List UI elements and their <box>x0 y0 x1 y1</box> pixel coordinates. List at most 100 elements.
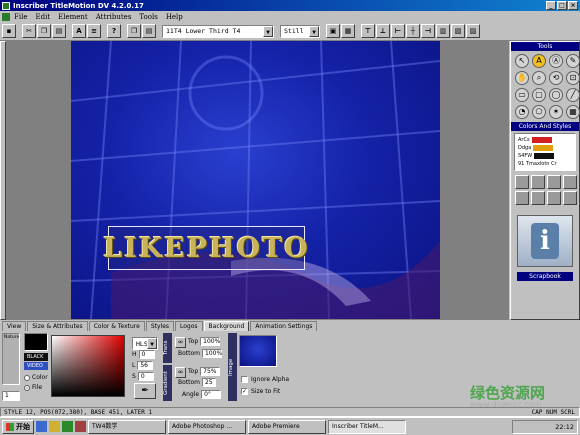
chevron-down-icon[interactable]: ▼ <box>309 25 319 37</box>
brush-icon[interactable] <box>563 175 577 189</box>
tab-styles[interactable]: Styles <box>145 321 175 331</box>
crop-tool-icon[interactable]: ⊡ <box>566 71 580 85</box>
task-button[interactable]: TW4数学 <box>88 419 166 434</box>
brush-icon[interactable] <box>531 191 545 205</box>
maximize-button[interactable]: □ <box>557 1 567 10</box>
tab-logos[interactable]: Logos <box>175 321 203 331</box>
star-tool-icon[interactable]: ✶ <box>549 105 563 119</box>
scrapbook-thumbnail[interactable]: i <box>517 215 573 267</box>
align-right-icon[interactable]: ⊣ <box>421 24 435 38</box>
ellipse-tool-icon[interactable]: ◯ <box>549 88 563 102</box>
s-input[interactable]: 0 <box>137 372 154 381</box>
trans-bottom-input[interactable]: 100% <box>202 349 222 358</box>
layer-icon[interactable]: ▨ <box>466 24 480 38</box>
menu-attributes[interactable]: Attributes <box>96 13 132 21</box>
brush-icon[interactable] <box>515 191 529 205</box>
media-icon[interactable] <box>75 421 86 432</box>
size-to-fit-checkbox[interactable]: ✓ <box>241 388 248 395</box>
copy-icon[interactable]: ❐ <box>37 24 51 38</box>
color-radio[interactable] <box>24 374 30 381</box>
swatch-black-label[interactable]: BLACK <box>24 353 48 361</box>
color-picker-field[interactable] <box>51 335 125 397</box>
link-icon[interactable]: ∞ <box>175 367 186 378</box>
task-button-active[interactable]: Inscriber TitleM... <box>328 419 406 434</box>
group-icon[interactable]: ▧ <box>451 24 465 38</box>
file-radio[interactable] <box>24 384 30 391</box>
outline-text-icon[interactable]: Ⓐ <box>549 54 563 68</box>
angle-input[interactable]: 0° <box>201 390 222 399</box>
menu-file[interactable]: File <box>14 13 27 21</box>
line-tool-icon[interactable]: ╱ <box>566 88 580 102</box>
align-left-icon[interactable]: ⊢ <box>391 24 405 38</box>
tab-view[interactable]: View <box>2 321 27 331</box>
copy-style-icon[interactable]: ❐ <box>127 24 141 38</box>
color-swatch-black[interactable] <box>24 333 48 351</box>
gradient-bottom-input[interactable]: 25 <box>202 378 217 387</box>
minimize-button[interactable]: _ <box>546 1 556 10</box>
tab-size-attributes[interactable]: Size & Attributes <box>27 321 88 331</box>
color-model-selector[interactable]: HLS ▼ <box>132 337 158 350</box>
tab-background[interactable]: Background <box>203 321 250 331</box>
brush-icon[interactable] <box>547 175 561 189</box>
text-element-box[interactable]: LIKEPHOTO <box>103 226 308 270</box>
menu-edit[interactable]: Edit <box>35 13 50 21</box>
background-image-thumbnail[interactable] <box>239 335 277 367</box>
paste-icon[interactable]: ▤ <box>52 24 66 38</box>
help-icon[interactable]: ? <box>107 24 121 38</box>
h-input[interactable]: 0 <box>138 350 155 359</box>
align-top-icon[interactable]: ⊤ <box>361 24 375 38</box>
folder-icon[interactable] <box>49 421 60 432</box>
trans-top-input[interactable]: 100% <box>200 337 220 346</box>
gradient-top-input[interactable]: 75% <box>200 367 221 376</box>
close-button[interactable]: × <box>568 1 578 10</box>
scrapbook-label[interactable]: Scrapbook <box>517 272 573 281</box>
text-tool-icon[interactable]: A <box>72 24 86 38</box>
layer-spinner[interactable]: 1 <box>2 391 20 401</box>
task-button[interactable]: Adobe Photoshop ... <box>168 419 246 434</box>
save-icon[interactable]: ▪ <box>2 24 16 38</box>
align-bottom-icon[interactable]: ⊥ <box>376 24 390 38</box>
pointer-tool-icon[interactable]: ↖ <box>515 54 529 68</box>
pen-tool-icon[interactable]: ✎ <box>566 54 580 68</box>
swatch-video-label[interactable]: VIDEO <box>24 362 48 370</box>
tab-animation-settings[interactable]: Animation Settings <box>250 321 318 331</box>
ignore-alpha-checkbox[interactable] <box>241 376 248 383</box>
start-button[interactable]: 开始 <box>2 419 34 434</box>
clock[interactable]: 22:12 <box>555 423 574 431</box>
paste-style-icon[interactable]: ▤ <box>142 24 156 38</box>
document-icon[interactable] <box>2 12 10 21</box>
desktop-icon[interactable] <box>62 421 73 432</box>
text-tool-icon[interactable]: A <box>532 54 546 68</box>
brush-icon[interactable] <box>531 175 545 189</box>
mode-selector[interactable]: Still ▼ <box>280 24 320 38</box>
menu-tools[interactable]: Tools <box>139 13 157 21</box>
chevron-down-icon[interactable]: ▼ <box>147 338 157 349</box>
render-icon[interactable]: ▣ <box>326 24 340 38</box>
zoom-tool-icon[interactable]: ⌕ <box>532 71 546 85</box>
brush-icon[interactable] <box>563 191 577 205</box>
distribute-icon[interactable]: ▥ <box>436 24 450 38</box>
list-icon[interactable]: ≡ <box>87 24 101 38</box>
eyedropper-icon[interactable]: ✒ <box>134 383 156 399</box>
task-button[interactable]: Adobe Premiere <box>248 419 326 434</box>
l-input[interactable]: 56 <box>137 361 154 370</box>
polygon-tool-icon[interactable]: ⬠ <box>532 105 546 119</box>
brush-icon[interactable] <box>515 175 529 189</box>
hand-tool-icon[interactable]: ✋ <box>515 71 529 85</box>
align-center-icon[interactable]: ┼ <box>406 24 420 38</box>
style-selector[interactable]: 11T4 Lower Third T4 ▼ <box>162 24 274 38</box>
preview-icon[interactable]: ▦ <box>341 24 355 38</box>
link-icon[interactable]: ∞ <box>175 337 186 348</box>
rounded-rect-tool-icon[interactable]: ▢ <box>532 88 546 102</box>
menu-help[interactable]: Help <box>166 13 183 21</box>
menu-element[interactable]: Element <box>58 13 88 21</box>
title-canvas[interactable]: LIKEPHOTO <box>71 41 440 319</box>
pie-tool-icon[interactable]: ◔ <box>515 105 529 119</box>
tab-color-texture[interactable]: Color & Texture <box>88 321 145 331</box>
rectangle-tool-icon[interactable]: ▭ <box>515 88 529 102</box>
rotate-tool-icon[interactable]: ⟲ <box>549 71 563 85</box>
style-list[interactable]: ArCs Ddga S4FW 91 Tmaxlotn Cr <box>514 133 576 171</box>
ie-icon[interactable] <box>36 421 47 432</box>
cut-icon[interactable]: ✂ <box>22 24 36 38</box>
grid-tool-icon[interactable]: ▦ <box>566 105 580 119</box>
